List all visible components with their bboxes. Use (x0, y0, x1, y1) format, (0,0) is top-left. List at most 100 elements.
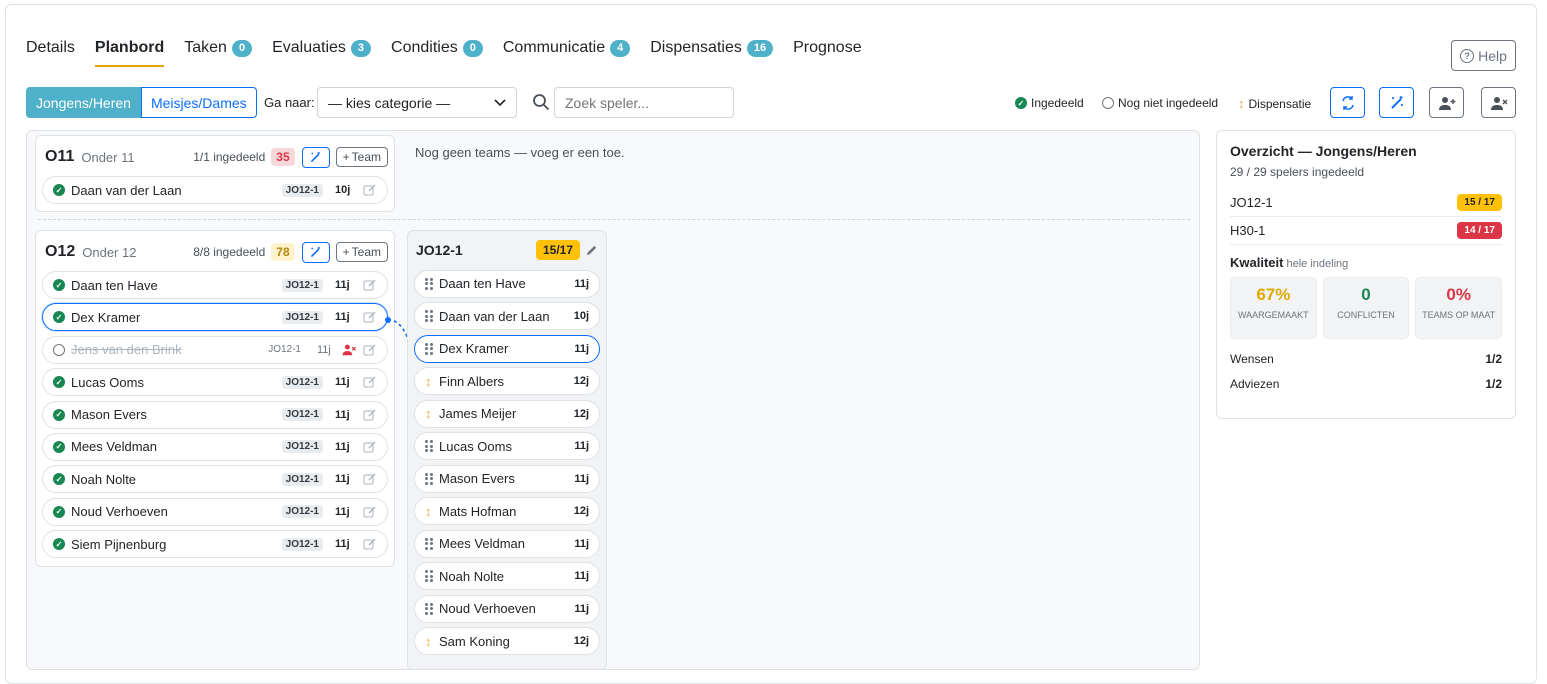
check-circle-icon: ✓ (53, 311, 65, 324)
edit-icon[interactable] (363, 343, 377, 357)
team-player-row[interactable]: Daan ten Have 11j (414, 269, 600, 298)
help-button[interactable]: ? Help (1451, 40, 1516, 71)
legend-dispensatie: ↕ Dispensatie (1238, 96, 1311, 111)
team-player-row[interactable]: Noah Nolte 11j (414, 562, 600, 590)
wensen-row: Wensen 1/2 (1230, 352, 1502, 366)
drag-handle-icon[interactable] (425, 440, 433, 452)
player-row[interactable]: ✓ Noah Nolte JO12-1 11j (42, 465, 388, 494)
category-o11: O11 Onder 11 1/1 ingedeeld 35 + Team ✓ Da… (35, 135, 395, 212)
player-row[interactable]: ✓ Noud Verhoeven JO12-1 11j (42, 497, 388, 526)
player-row[interactable]: ✓ Dex Kramer JO12-1 11j (42, 303, 388, 332)
player-row[interactable]: Jens van den Brink JO12-1 11j (42, 335, 388, 364)
drag-handle-icon[interactable] (425, 277, 433, 290)
drag-handle-icon[interactable] (425, 472, 433, 485)
tab-taken[interactable]: Taken 0 (184, 29, 253, 67)
team-player-row[interactable]: Noud Verhoeven 11j (414, 594, 600, 623)
team-player-row[interactable]: Dex Kramer 11j (414, 334, 600, 363)
tab-prognose[interactable]: Prognose (793, 29, 862, 67)
tab-condities[interactable]: Condities 0 (391, 29, 483, 67)
tab-planbord[interactable]: Planbord (94, 29, 165, 67)
player-team-tag: JO12-1 (281, 183, 323, 197)
adviezen-label: Adviezen (1230, 377, 1280, 391)
toggle-jongens-heren[interactable]: Jongens/Heren (26, 87, 141, 118)
player-row[interactable]: ✓ Daan ten Have JO12-1 11j (42, 271, 388, 299)
quality-kpis: 67% WAARGEMAAKT 0 CONFLICTEN 0% TEAMS OP MA… (1230, 277, 1503, 339)
add-player-button[interactable] (1429, 87, 1464, 118)
edit-icon[interactable] (363, 310, 377, 324)
add-team-button[interactable]: + Team (335, 242, 388, 262)
overview-subtitle: 29 / 29 spelers ingedeeld (1230, 165, 1365, 179)
player-name: Lucas Ooms (439, 438, 512, 454)
drag-handle-icon[interactable] (425, 570, 433, 582)
tab-details[interactable]: Details (26, 29, 75, 67)
edit-icon[interactable] (363, 472, 377, 486)
drag-handle-icon[interactable] (425, 602, 433, 615)
team-player-row[interactable]: ↕ Mats Hofman 12j (414, 497, 600, 525)
team-player-row[interactable]: ↕ Sam Koning 12j (414, 627, 600, 655)
overview-title: Overzicht — Jongens/Heren (1230, 143, 1417, 159)
category-select[interactable]: — kies categorie — (317, 87, 517, 118)
edit-icon[interactable] (363, 375, 377, 389)
auto-assign-category-button[interactable] (301, 146, 330, 168)
player-row[interactable]: ✓ Siem Pijnenburg JO12-1 11j (42, 530, 388, 559)
player-age: 11j (335, 408, 350, 421)
tab-dispensaties[interactable]: Dispensaties 16 (650, 29, 774, 67)
adviezen-row: Adviezen 1/2 (1230, 377, 1502, 391)
add-team-label: Team (351, 150, 381, 164)
player-age: 11j (574, 277, 589, 290)
drag-handle-icon[interactable] (425, 537, 433, 550)
overview-team-row[interactable]: JO12-1 15 / 17 (1230, 189, 1502, 217)
auto-assign-category-button[interactable] (301, 241, 330, 263)
edit-icon[interactable] (363, 278, 377, 292)
edit-icon[interactable] (363, 408, 377, 422)
check-circle-icon: ✓ (53, 279, 65, 291)
player-row[interactable]: ✓ Mees Veldman JO12-1 11j (42, 432, 388, 461)
team-player-row[interactable]: ↕ James Meijer 12j (414, 399, 600, 428)
edit-icon[interactable] (363, 537, 377, 551)
team-player-list: Daan ten Have 11j Daan van der Laan 10j Dex … (414, 269, 600, 655)
tab-badge: 4 (610, 39, 631, 57)
tab-badge: 0 (231, 39, 253, 57)
drag-handle-icon[interactable] (425, 342, 433, 355)
player-row[interactable]: ✓ Daan van der Laan JO12-1 10j (42, 176, 388, 204)
team-count-badge: 15 / 17 (1457, 194, 1502, 211)
player-row[interactable]: ✓ Lucas Ooms JO12-1 11j (42, 368, 388, 397)
team-player-row[interactable]: Mason Evers 11j (414, 464, 600, 493)
player-name: Siem Pijnenburg (71, 536, 167, 552)
team-player-row[interactable]: ↕ Finn Albers 12j (414, 367, 600, 395)
edit-icon[interactable] (363, 440, 377, 454)
dispensation-arrow-icon: ↕ (1238, 96, 1245, 111)
tab-communicatie[interactable]: Communicatie 4 (502, 29, 631, 67)
player-name: Daan van der Laan (439, 308, 550, 324)
edit-icon[interactable] (363, 505, 377, 519)
ga-naar-label: Ga naar: (264, 95, 315, 110)
kpi-conflicten: 0 CONFLICTEN (1322, 277, 1410, 339)
auto-assign-button[interactable] (1379, 87, 1414, 118)
remove-player-button[interactable] (1481, 87, 1516, 118)
search-input[interactable] (554, 87, 734, 118)
player-row[interactable]: ✓ Mason Evers JO12-1 11j (42, 400, 388, 429)
player-age: 11j (335, 473, 350, 486)
player-age: 11j (335, 505, 350, 518)
refresh-button[interactable] (1330, 87, 1365, 118)
tab-evaluaties[interactable]: Evaluaties 3 (272, 29, 372, 67)
toggle-meisjes-dames[interactable]: Meisjes/Dames (140, 87, 257, 118)
team-player-row[interactable]: Mees Veldman 11j (414, 529, 600, 558)
team-player-row[interactable]: Daan van der Laan 10j (414, 302, 600, 330)
add-team-button[interactable]: + Team (335, 147, 388, 167)
quality-title: Kwaliteit (1230, 255, 1284, 270)
team-player-row[interactable]: Lucas Ooms 11j (414, 432, 600, 460)
edit-icon[interactable] (363, 183, 377, 197)
check-circle-icon: ✓ (53, 505, 65, 518)
no-teams-message: Nog geen teams — voeg er een toe. (415, 145, 625, 160)
player-name: Daan van der Laan (71, 182, 182, 198)
empty-circle-icon (53, 343, 65, 356)
player-name: Mees Veldman (439, 536, 525, 551)
overview-team-row[interactable]: H30-1 14 / 17 (1230, 217, 1502, 245)
legend-label: Ingedeeld (1031, 96, 1084, 110)
tab-label: Communicatie (502, 39, 606, 56)
player-team-tag: JO12-1 (268, 344, 301, 356)
drag-handle-icon[interactable] (425, 310, 433, 322)
pencil-icon[interactable] (585, 244, 598, 257)
category-name: O11 (45, 148, 75, 165)
